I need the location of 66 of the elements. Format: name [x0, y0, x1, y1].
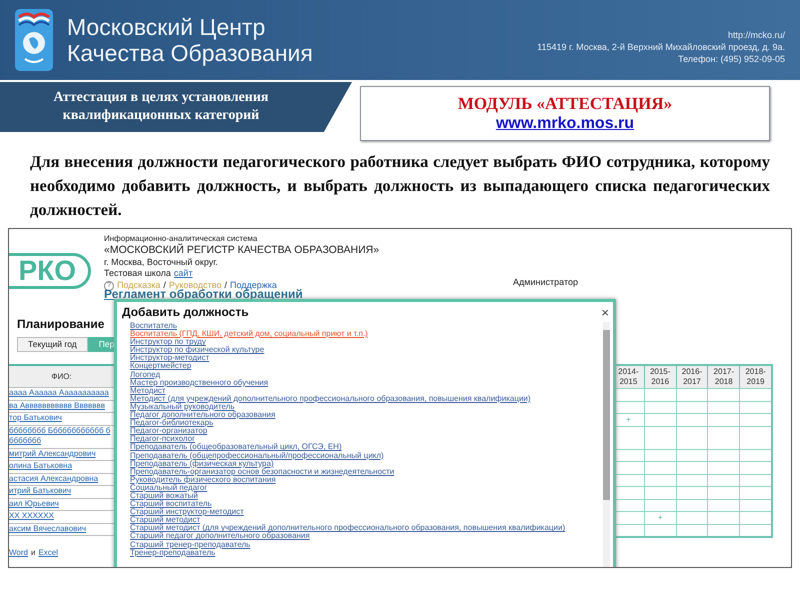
organization-name: Качества Образования	[67, 40, 313, 66]
position-option[interactable]: Инструктор по труду	[130, 338, 206, 346]
contact-line: http://mcko.ru/	[728, 29, 785, 41]
position-option[interactable]: Педагог-организатор	[130, 427, 208, 436]
location-text: г. Москва, Восточный округ.	[104, 257, 219, 268]
position-option[interactable]: Старший вожатый	[130, 492, 198, 500]
position-option[interactable]: Логопед	[130, 370, 160, 379]
system-name: «МОСКОВСКИЙ РЕГИСТР КАЧЕСТВА ОБРАЗОВАНИЯ»	[104, 244, 380, 256]
position-option[interactable]: Инструктор-методист	[130, 354, 210, 362]
instruction-text: Для внесения должности педагогического работника следует выбрать ФИО сотрудника, которому необходимо добавить должность, и выбрать должность из выпадающего списка педагогических должностей.	[30, 151, 770, 221]
position-option[interactable]: Преподаватель-организатор основ безопасности и жизнедеятельности	[130, 468, 394, 476]
position-option[interactable]: Мастер производственного обучения	[130, 378, 268, 387]
link-separator: /	[163, 280, 166, 290]
position-option[interactable]: Социальный педагог	[130, 484, 208, 492]
position-option[interactable]: Старший педагог дополнительного образования	[130, 532, 310, 541]
position-option[interactable]: Инструктор по физической культуре	[130, 346, 264, 354]
position-option[interactable]: Педагог-психолог	[130, 435, 196, 444]
contact-line: Телефон: (495) 952-09-05	[678, 53, 785, 65]
section-heading: Планирование	[17, 317, 104, 331]
emblem-icon	[15, 9, 53, 71]
year-header: 2016- 2017	[676, 366, 708, 388]
section-title: Аттестация в целях установления	[54, 89, 268, 107]
position-option[interactable]: Воспитатель	[130, 322, 178, 330]
position-option[interactable]: Концертмейстер	[130, 362, 192, 371]
link-separator: /	[224, 280, 227, 290]
position-option[interactable]: Старший тренер-преподаватель	[130, 540, 250, 549]
position-option[interactable]: Воспитатель (ГПД, КШИ, детский дом, социальный приют и т.п.)	[130, 330, 368, 338]
plus-mark: +	[658, 512, 663, 523]
scrollbar-thumb[interactable]	[603, 330, 610, 500]
position-option[interactable]: Тренер-преподаватель	[130, 548, 216, 557]
position-option[interactable]: Методист	[130, 386, 166, 395]
position-option[interactable]: Старший методист	[130, 516, 200, 524]
user-role: Администратор	[513, 277, 578, 287]
school-name: Тестовая школа	[104, 268, 171, 279]
close-button[interactable]: ×	[601, 306, 609, 318]
year-header: 2015- 2016	[644, 366, 677, 388]
module-title: МОДУЛЬ «АТТЕСТАЦИЯ»	[458, 94, 672, 114]
scrollbar-track[interactable]	[603, 322, 610, 567]
year-header: 2018- 2019	[744, 366, 767, 388]
word-export-link[interactable]: Word	[9, 548, 28, 558]
position-option[interactable]: Педагог дополнительного образования	[130, 411, 276, 420]
position-option[interactable]: Старший воспитатель	[130, 500, 212, 508]
system-caption: Информационно-аналитическая система	[104, 233, 258, 244]
excel-export-link[interactable]: Excel	[38, 548, 58, 558]
position-option[interactable]: Преподаватель (общеобразовательный цикл, ОГСЭ, ЕН)	[130, 443, 342, 452]
logo-text: РКО	[18, 257, 76, 285]
conjunction-text: и	[30, 548, 36, 558]
position-option[interactable]: Преподаватель (физическая культура)	[130, 460, 274, 468]
dialog-title: Добавить должность	[122, 305, 249, 319]
column-header: ФИО:	[9, 366, 114, 388]
school-site-link[interactable]: сайт	[174, 268, 193, 279]
year-header: 2017- 2018	[708, 366, 740, 388]
position-option[interactable]: Старший инструктор-методист	[130, 508, 244, 516]
position-option[interactable]: Музыкальный руководитель	[130, 402, 235, 412]
contact-line: 115419 г. Москва, 2-й Верхний Михайловский проезд, д. 9а.	[537, 41, 785, 53]
position-option[interactable]: Методист (для учреждений дополнительного профессионального образования, повышения квалификации)	[130, 394, 531, 403]
plus-mark: +	[626, 414, 631, 425]
position-option[interactable]: Старший методист (для учреждений дополнительного профессионального образования, повышения квалификации)	[130, 524, 566, 532]
help-link[interactable]: Поддержка	[230, 280, 277, 291]
position-option[interactable]: Руководитель физического воспитания	[130, 476, 276, 484]
period-tab[interactable]: Текущий год	[17, 337, 88, 352]
section-title: квалификационных категорий	[62, 107, 260, 125]
position-option[interactable]: Педагог-библиотекарь	[130, 419, 214, 428]
position-option[interactable]: Преподаватель (общепрофессиональный/профессиональный цикл)	[130, 452, 384, 460]
module-link[interactable]: www.mrko.mos.ru	[496, 114, 634, 134]
organization-name: Московский Центр	[67, 14, 266, 40]
